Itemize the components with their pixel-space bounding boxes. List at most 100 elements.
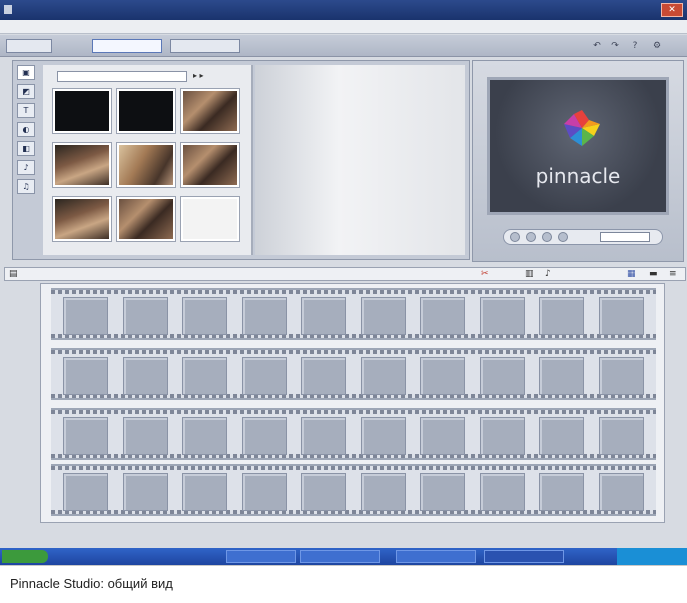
- storyboard-slot[interactable]: [301, 473, 346, 511]
- photos-tab[interactable]: ◐: [17, 122, 35, 137]
- storyboard-slot[interactable]: [182, 417, 227, 455]
- storyboard-slot[interactable]: [360, 297, 406, 335]
- storyboard-slot[interactable]: [182, 473, 227, 511]
- timecode-display: [600, 232, 650, 242]
- transitions-tab[interactable]: ◩: [17, 84, 35, 99]
- storyboard-slot[interactable]: [182, 297, 227, 335]
- preview-screen: pinnacle: [487, 77, 669, 215]
- storyboard-row: [51, 288, 656, 340]
- storyboard-slot[interactable]: [122, 297, 168, 335]
- storyboard-slot[interactable]: [539, 357, 584, 395]
- storyboard-slot[interactable]: [598, 417, 644, 455]
- timeline-view-icon[interactable]: ▬: [649, 269, 658, 279]
- scene-thumbnail[interactable]: [181, 143, 239, 187]
- settings-icon[interactable]: ⚙: [652, 41, 662, 51]
- storyboard-slot[interactable]: [63, 473, 108, 511]
- sound-effects-tab[interactable]: ♪: [17, 160, 35, 175]
- preview-player: pinnacle: [472, 60, 684, 262]
- storyboard-slot[interactable]: [122, 357, 168, 395]
- taskbar-item[interactable]: [300, 550, 380, 563]
- scene-thumbnail[interactable]: [117, 143, 175, 187]
- titles-tab[interactable]: T: [17, 103, 35, 118]
- storyboard-slot[interactable]: [539, 473, 584, 511]
- brand-wordmark: pinnacle: [535, 164, 621, 188]
- application-screenshot: ✕ ↶ ↷ ? ⚙ ▣ ◩ T ◐ ◧ ♪ ♫ ▸ ▸ pinnacle ▤ ✂…: [0, 0, 687, 565]
- stop-button[interactable]: [542, 232, 552, 242]
- scene-thumbnail[interactable]: [117, 89, 175, 133]
- storyboard-slot[interactable]: [360, 357, 406, 395]
- storyboard-slot[interactable]: [63, 297, 108, 335]
- system-tray: [617, 548, 687, 565]
- scene-thumbnail[interactable]: [181, 197, 239, 241]
- app-icon: [4, 5, 12, 14]
- taskbar-item[interactable]: [484, 550, 564, 563]
- scissors-icon[interactable]: ✂: [481, 269, 489, 279]
- storyboard-slot[interactable]: [598, 297, 644, 335]
- storyboard-slot[interactable]: [122, 417, 168, 455]
- film-sprocket-edge: [51, 350, 656, 354]
- play-button[interactable]: [526, 232, 536, 242]
- storyboard-slot[interactable]: [479, 417, 525, 455]
- page-nav-icons[interactable]: ▸ ▸: [193, 71, 204, 80]
- storyboard-slot[interactable]: [479, 297, 525, 335]
- storyboard-slot[interactable]: [241, 297, 287, 335]
- storyboard-slot[interactable]: [360, 417, 406, 455]
- storyboard-slot[interactable]: [598, 357, 644, 395]
- taskbar-item[interactable]: [226, 550, 296, 563]
- menu-bar: [0, 20, 687, 34]
- storyboard-row: [51, 348, 656, 400]
- rewind-button[interactable]: [510, 232, 520, 242]
- scene-thumbnail[interactable]: [117, 197, 175, 241]
- storyboard-slot[interactable]: [301, 417, 346, 455]
- storyboard-slot[interactable]: [63, 357, 108, 395]
- music-tab[interactable]: ♫: [17, 179, 35, 194]
- storyboard-slot[interactable]: [301, 297, 346, 335]
- storyboard-slot[interactable]: [539, 297, 584, 335]
- storyboard-slot[interactable]: [301, 357, 346, 395]
- storyboard: [40, 283, 665, 523]
- figure-caption: Pinnacle Studio: общий вид: [0, 565, 687, 603]
- scene-thumbnail[interactable]: [53, 89, 111, 133]
- storyboard-slot[interactable]: [420, 357, 465, 395]
- tab-edit[interactable]: [92, 39, 162, 53]
- storyboard-slot[interactable]: [122, 473, 168, 511]
- storyboard-row: [51, 464, 656, 516]
- storyboard-view-icon[interactable]: ▦: [627, 269, 636, 279]
- storyboard-slot[interactable]: [420, 417, 465, 455]
- disc-menus-tab[interactable]: ◧: [17, 141, 35, 156]
- help-icon[interactable]: ?: [630, 41, 640, 51]
- undo-icon[interactable]: ↶: [592, 41, 602, 51]
- tab-make-movie[interactable]: [170, 39, 240, 53]
- fast-forward-button[interactable]: [558, 232, 568, 242]
- scene-thumbnail[interactable]: [181, 89, 239, 133]
- scene-thumbnail[interactable]: [53, 197, 111, 241]
- scene-thumbnail[interactable]: [53, 143, 111, 187]
- storyboard-slot[interactable]: [241, 473, 287, 511]
- storyboard-slot[interactable]: [182, 357, 227, 395]
- film-sprocket-edge: [51, 466, 656, 470]
- storyboard-slot[interactable]: [241, 357, 287, 395]
- start-button[interactable]: [2, 550, 48, 563]
- scene-source-select[interactable]: [57, 71, 187, 82]
- storyboard-slot[interactable]: [420, 297, 465, 335]
- mode-tabs: ↶ ↷ ? ⚙: [0, 35, 687, 57]
- pinnacle-logo-icon: [564, 110, 600, 146]
- volume-icon[interactable]: ♪: [545, 269, 551, 279]
- movie-window-header: ▤ ✂ ▥ ♪ ▦ ▬ ≡: [4, 267, 686, 281]
- close-button[interactable]: ✕: [661, 3, 683, 17]
- redo-icon[interactable]: ↷: [610, 41, 620, 51]
- storyboard-slot[interactable]: [360, 473, 406, 511]
- storyboard-slot[interactable]: [539, 417, 584, 455]
- text-view-icon[interactable]: ≡: [669, 269, 677, 279]
- player-controls: [503, 229, 663, 245]
- storyboard-slot[interactable]: [420, 473, 465, 511]
- taskbar-item[interactable]: [396, 550, 476, 563]
- video-scenes-tab[interactable]: ▣: [17, 65, 35, 80]
- storyboard-slot[interactable]: [479, 357, 525, 395]
- trash-icon[interactable]: ▥: [525, 269, 534, 279]
- storyboard-slot[interactable]: [479, 473, 525, 511]
- storyboard-slot[interactable]: [598, 473, 644, 511]
- storyboard-slot[interactable]: [241, 417, 287, 455]
- storyboard-slot[interactable]: [63, 417, 108, 455]
- tab-capture[interactable]: [6, 39, 52, 53]
